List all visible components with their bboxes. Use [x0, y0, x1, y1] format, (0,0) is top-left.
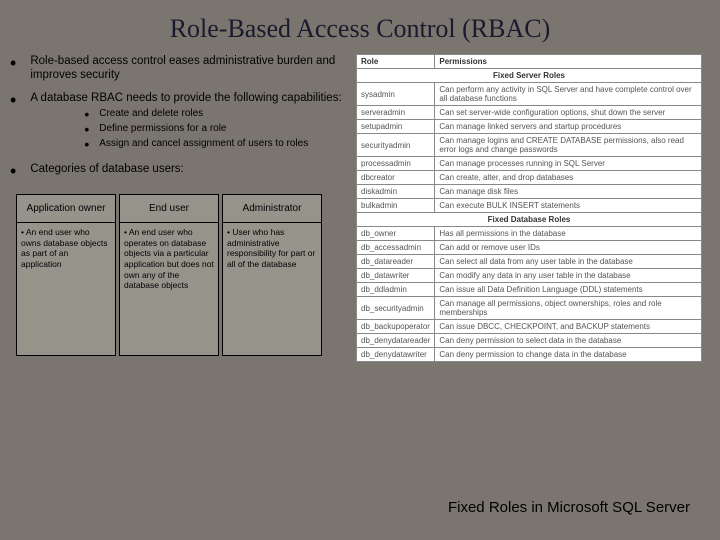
bullet-icon: • [10, 54, 16, 83]
table-row: serveradminCan set server-wide configura… [357, 106, 702, 120]
section-fixed-server: Fixed Server Roles [357, 69, 702, 83]
table-row: db_ownerHas all permissions in the datab… [357, 227, 702, 241]
table-row: db_datareaderCan select all data from an… [357, 255, 702, 269]
table-header-row: Role Permissions [357, 55, 702, 69]
sub-text: Define permissions for a role [99, 122, 226, 136]
bullet-3: • Categories of database users: [10, 162, 350, 180]
bullet-icon: • [84, 137, 89, 151]
user-col-app-owner: Application owner • An end user who owns… [16, 194, 116, 356]
section-fixed-database: Fixed Database Roles [357, 213, 702, 227]
user-col-header: End user [120, 195, 218, 223]
table-row: processadminCan manage processes running… [357, 157, 702, 171]
user-col-header: Application owner [17, 195, 115, 223]
bullet-1: • Role-based access control eases admini… [10, 54, 350, 83]
bullet-2: • A database RBAC needs to provide the f… [10, 91, 350, 152]
col-role: Role [357, 55, 435, 69]
bullet-icon: • [10, 91, 16, 152]
col-permissions: Permissions [435, 55, 702, 69]
bullet-icon: • [84, 107, 89, 121]
table-row: db_backupoperatorCan issue DBCC, CHECKPO… [357, 320, 702, 334]
table-row: securityadminCan manage logins and CREAT… [357, 134, 702, 157]
sub-text: Create and delete roles [99, 107, 203, 121]
user-col-body: • User who has administrative responsibi… [223, 223, 321, 355]
user-col-body: • An end user who operates on database o… [120, 223, 218, 355]
table-row: db_denydatareaderCan deny permission to … [357, 334, 702, 348]
left-column: • Role-based access control eases admini… [10, 54, 350, 362]
table-row: bulkadminCan execute BULK INSERT stateme… [357, 199, 702, 213]
table-row: db_ddladminCan issue all Data Definition… [357, 283, 702, 297]
roles-table: Role Permissions Fixed Server Roles sysa… [356, 54, 702, 362]
bullet-icon: • [84, 122, 89, 136]
sub-bullet: • Define permissions for a role [84, 122, 341, 136]
table-row: dbcreatorCan create, alter, and drop dat… [357, 171, 702, 185]
table-row: diskadminCan manage disk files [357, 185, 702, 199]
user-col-header: Administrator [223, 195, 321, 223]
table-row: db_accessadminCan add or remove user IDs [357, 241, 702, 255]
table-row: db_datawriterCan modify any data in any … [357, 269, 702, 283]
figure-caption: Fixed Roles in Microsoft SQL Server [448, 499, 690, 516]
bullet-text: A database RBAC needs to provide the fol… [30, 92, 341, 104]
sub-list: • Create and delete roles • Define permiss… [84, 107, 341, 151]
table-row: db_securityadminCan manage all permissio… [357, 297, 702, 320]
table-row: sysadminCan perform any activity in SQL … [357, 83, 702, 106]
sub-text: Assign and cancel assignment of users to… [99, 137, 308, 151]
sub-bullet: • Create and delete roles [84, 107, 341, 121]
user-col-end-user: End user • An end user who operates on d… [119, 194, 219, 356]
table-row: setupadminCan manage linked servers and … [357, 120, 702, 134]
bullet-text: Role-based access control eases administ… [30, 54, 350, 83]
right-column: Role Permissions Fixed Server Roles sysa… [356, 54, 710, 362]
page-title: Role-Based Access Control (RBAC) [0, 0, 720, 54]
bullet-text: Categories of database users: [30, 162, 183, 180]
bullet-icon: • [10, 162, 16, 180]
user-categories-table: Application owner • An end user who owns… [16, 194, 350, 356]
user-col-body: • An end user who owns database objects … [17, 223, 115, 355]
user-col-administrator: Administrator • User who has administrat… [222, 194, 322, 356]
content-area: • Role-based access control eases admini… [0, 54, 720, 362]
table-row: db_denydatawriterCan deny permission to … [357, 348, 702, 362]
sub-bullet: • Assign and cancel assignment of users t… [84, 137, 341, 151]
